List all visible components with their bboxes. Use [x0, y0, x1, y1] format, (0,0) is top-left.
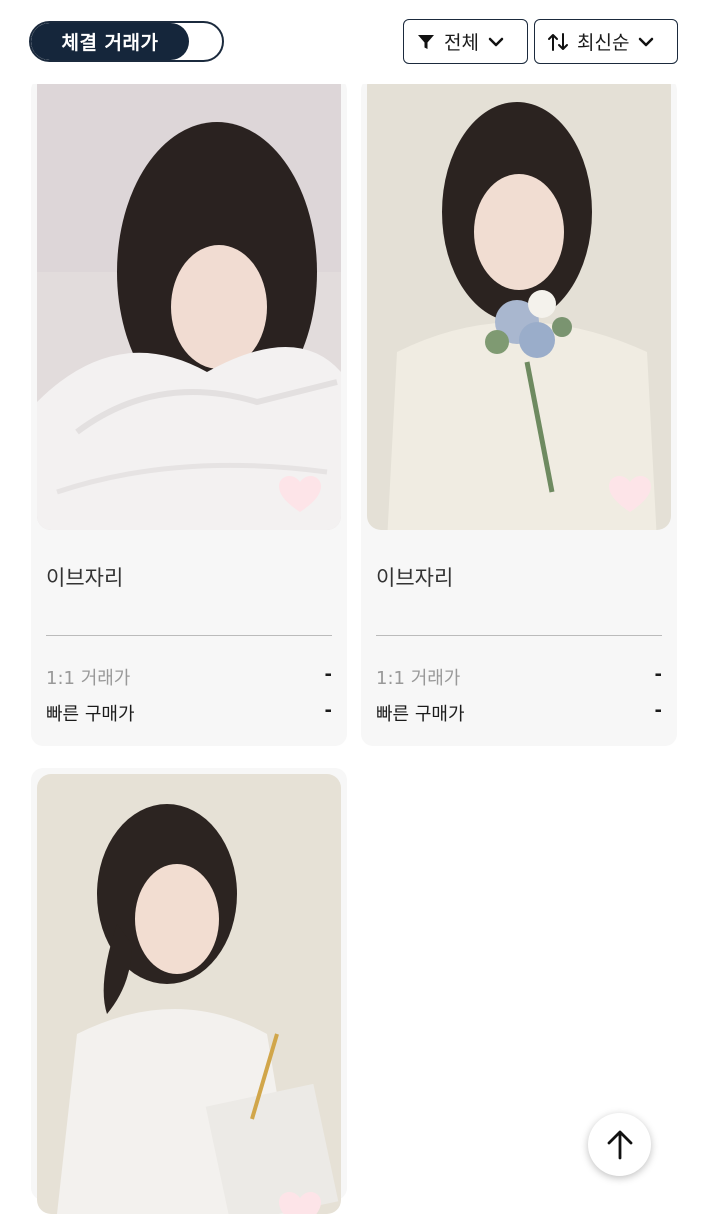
- quick-buy-price-row: 빠른 구매가 -: [376, 700, 662, 726]
- sort-arrows-icon: [548, 32, 568, 51]
- toggle-label: 체결 거래가: [31, 23, 189, 60]
- quick-buy-label: 빠른 구매가: [376, 704, 465, 725]
- photocard-item[interactable]: 이브자리 1:1 거래가 - 빠른 구매가 -: [361, 72, 677, 746]
- card-name: 이브자리: [46, 566, 124, 590]
- quick-buy-value: -: [324, 700, 332, 721]
- divider: [376, 635, 662, 636]
- filter-icon: [418, 34, 434, 49]
- traded-price-toggle[interactable]: 체결 거래가: [29, 21, 224, 62]
- one-to-one-price-row: 1:1 거래가 -: [376, 664, 662, 690]
- sort-label: 최신순: [577, 32, 630, 54]
- photocard-image[interactable]: [367, 72, 671, 530]
- filter-label: 전체: [444, 32, 479, 54]
- quick-buy-label: 빠른 구매가: [46, 704, 135, 725]
- heart-icon[interactable]: [279, 1192, 321, 1214]
- scroll-top-button[interactable]: [588, 1113, 651, 1176]
- photocard-item[interactable]: [31, 768, 347, 1214]
- top-bar: 체결 거래가 전체 최신순: [0, 0, 707, 84]
- one-to-one-value: -: [654, 664, 662, 685]
- filter-dropdown[interactable]: 전체: [403, 19, 528, 64]
- sort-dropdown[interactable]: 최신순: [534, 19, 678, 64]
- quick-buy-price-row: 빠른 구매가 -: [46, 700, 332, 726]
- one-to-one-label: 1:1 거래가: [376, 668, 461, 689]
- one-to-one-price-row: 1:1 거래가 -: [46, 664, 332, 690]
- chevron-down-icon: [488, 37, 504, 46]
- one-to-one-label: 1:1 거래가: [46, 668, 131, 689]
- divider: [46, 635, 332, 636]
- arrow-up-icon: [607, 1130, 632, 1159]
- one-to-one-value: -: [324, 664, 332, 685]
- heart-icon[interactable]: [609, 476, 651, 514]
- heart-icon[interactable]: [279, 476, 321, 514]
- photocard-image[interactable]: [37, 72, 341, 530]
- photocard-image[interactable]: [37, 774, 341, 1214]
- chevron-down-icon: [639, 37, 654, 46]
- card-name: 이브자리: [376, 566, 454, 590]
- photocard-item[interactable]: 이브자리 1:1 거래가 - 빠른 구매가 -: [31, 72, 347, 746]
- quick-buy-value: -: [654, 700, 662, 721]
